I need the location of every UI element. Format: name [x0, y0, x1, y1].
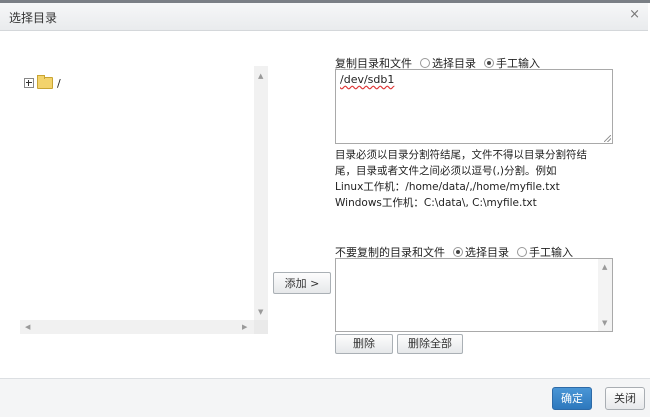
scrollbar-corner: [254, 320, 268, 334]
delete-all-button[interactable]: 删除全部: [397, 334, 463, 354]
help-line: 尾，目录或者文件之间必须以逗号(,)分割。例如: [335, 165, 557, 177]
copy-radio-manual[interactable]: [484, 58, 494, 68]
close-icon[interactable]: ×: [629, 7, 640, 22]
add-button[interactable]: 添加 >: [273, 272, 331, 294]
tree-node-label[interactable]: /: [57, 77, 61, 90]
resize-handle-icon[interactable]: [604, 135, 611, 142]
scroll-down-icon[interactable]: ▼: [258, 308, 263, 316]
directory-tree: /: [20, 66, 254, 320]
dialog-title: 选择目录: [9, 11, 58, 25]
help-line: Linux工作机：/home/data/,/home/myfile.txt: [335, 181, 560, 193]
tree-node-root[interactable]: /: [24, 75, 61, 90]
exclude-radio-manual[interactable]: [517, 247, 527, 257]
help-text: 目录必须以目录分割符结尾，文件不得以目录分割符结 尾，目录或者文件之间必须以逗号…: [335, 147, 615, 211]
help-line: 目录必须以目录分割符结尾，文件不得以目录分割符结: [335, 149, 587, 161]
copy-radio-select-dir[interactable]: [420, 58, 430, 68]
close-button[interactable]: 关闭: [605, 387, 645, 410]
scroll-up-icon[interactable]: ▲: [258, 72, 263, 80]
expand-icon[interactable]: [24, 78, 34, 88]
copy-paths-textarea[interactable]: /dev/sdb1: [335, 69, 613, 144]
dialog-titlebar: 选择目录 ×: [0, 3, 648, 31]
exclude-radio-select-dir[interactable]: [453, 247, 463, 257]
copy-paths-value: /dev/sdb1: [340, 73, 395, 86]
folder-icon: [37, 75, 53, 89]
scroll-left-icon[interactable]: ◀: [25, 323, 30, 331]
ok-button[interactable]: 确定: [552, 387, 592, 410]
exclude-paths-list[interactable]: ▲ ▼: [335, 258, 613, 332]
exclude-list-scrollbar[interactable]: ▲ ▼: [598, 259, 612, 331]
scroll-right-icon[interactable]: ▶: [242, 323, 247, 331]
tree-vertical-scrollbar[interactable]: ▲ ▼: [254, 66, 268, 320]
help-line: Windows工作机：C:\data\, C:\myfile.txt: [335, 197, 537, 209]
scroll-up-icon[interactable]: ▲: [602, 263, 607, 271]
delete-button[interactable]: 删除: [335, 334, 393, 354]
tree-horizontal-scrollbar[interactable]: ◀ ▶: [20, 320, 254, 334]
scroll-down-icon[interactable]: ▼: [602, 319, 607, 327]
